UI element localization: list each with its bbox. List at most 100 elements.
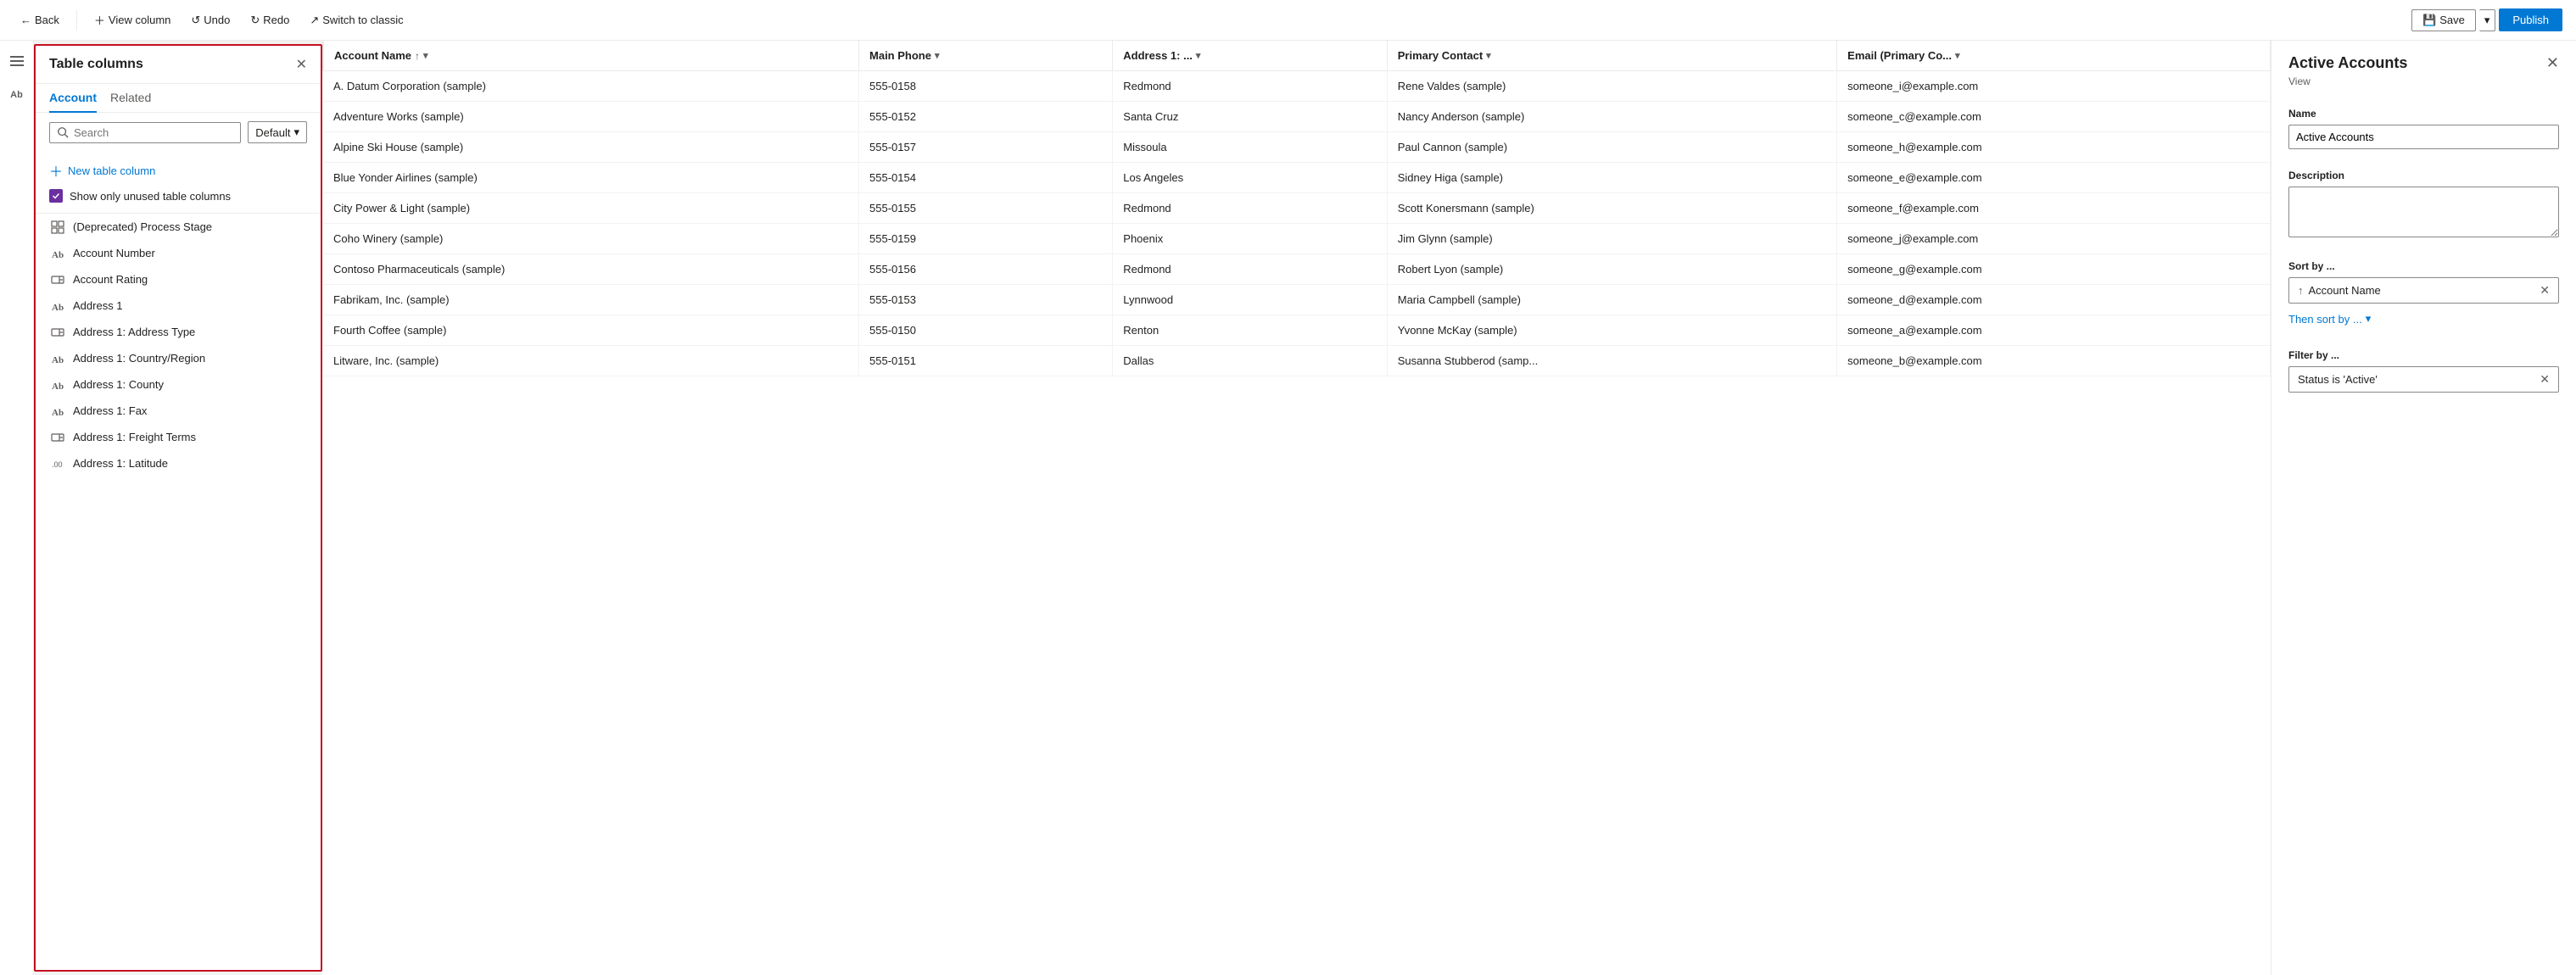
main-layout: Ab Table columns ✕ Account Related (0, 41, 2576, 975)
table-cell: Coho Winery (sample) (323, 224, 859, 254)
list-item[interactable]: Address 1: Address Type (36, 319, 321, 345)
column-name-label: Address 1: Address Type (73, 326, 195, 338)
save-button[interactable]: 💾 Save (2411, 9, 2476, 31)
svg-text:Ab: Ab (52, 355, 64, 365)
table-row[interactable]: Coho Winery (sample)555-0159PhoenixJim G… (323, 224, 2271, 254)
column-name-label: Address 1 (73, 299, 123, 312)
right-panel-close-button[interactable]: ✕ (2546, 54, 2559, 72)
column-header[interactable]: Account Name↑▾ (323, 41, 859, 71)
column-type-icon (49, 274, 66, 286)
column-header-inner: Primary Contact▾ (1398, 49, 1826, 62)
redo-button[interactable]: ↻ Redo (243, 10, 296, 31)
table-row[interactable]: Litware, Inc. (sample)555-0151DallasSusa… (323, 346, 2271, 376)
description-input[interactable] (2288, 187, 2559, 237)
publish-button[interactable]: Publish (2499, 8, 2562, 31)
search-input[interactable] (74, 126, 233, 139)
search-row: Default ▾ (36, 113, 321, 152)
default-dropdown[interactable]: Default ▾ (248, 121, 307, 143)
panel-header: Table columns ✕ (36, 46, 321, 84)
right-panel: Active Accounts ✕ View Name Description … (2271, 41, 2576, 975)
table-cell: someone_a@example.com (1837, 315, 2271, 346)
list-item[interactable]: AbAccount Number (36, 240, 321, 266)
column-header[interactable]: Main Phone▾ (859, 41, 1113, 71)
table-row[interactable]: Fourth Coffee (sample)555-0150RentonYvon… (323, 315, 2271, 346)
sort-remove-button[interactable]: ✕ (2540, 283, 2550, 298)
table-row[interactable]: Adventure Works (sample)555-0152Santa Cr… (323, 102, 2271, 132)
hamburger-icon-button[interactable] (3, 47, 31, 75)
undo-button[interactable]: ↺ Undo (184, 10, 237, 31)
unused-columns-checkbox[interactable] (49, 189, 63, 203)
unused-columns-label: Show only unused table columns (70, 190, 231, 203)
panel-close-button[interactable]: ✕ (296, 56, 307, 73)
table-row[interactable]: Alpine Ski House (sample)555-0157Missoul… (323, 132, 2271, 163)
table-cell: Redmond (1113, 193, 1387, 224)
table-cell: Fourth Coffee (sample) (323, 315, 859, 346)
column-header-inner: Address 1: ...▾ (1123, 49, 1376, 62)
table-columns-panel: Table columns ✕ Account Related Default … (34, 44, 322, 972)
sort-label: Sort by ... (2288, 260, 2559, 272)
table-row[interactable]: A. Datum Corporation (sample)555-0158Red… (323, 71, 2271, 102)
save-dropdown-button[interactable]: ▾ (2479, 9, 2496, 31)
filter-chevron-icon: ▾ (1196, 50, 1201, 61)
tab-related[interactable]: Related (110, 84, 151, 113)
column-type-icon: Ab (49, 405, 66, 417)
redo-label: Redo (263, 14, 289, 26)
table-cell: Renton (1113, 315, 1387, 346)
filter-chip: Status is 'Active' ✕ (2288, 366, 2559, 393)
table-cell: Redmond (1113, 71, 1387, 102)
list-item[interactable]: AbAddress 1: County (36, 371, 321, 398)
table-cell: Los Angeles (1113, 163, 1387, 193)
name-input[interactable] (2288, 125, 2559, 149)
switch-classic-button[interactable]: ↗ Switch to classic (303, 10, 410, 31)
column-header[interactable]: Email (Primary Co...▾ (1837, 41, 2271, 71)
table-row[interactable]: Fabrikam, Inc. (sample)555-0153LynnwoodM… (323, 285, 2271, 315)
list-item[interactable]: .00Address 1: Latitude (36, 450, 321, 476)
new-column-button[interactable]: ＋ New table column (49, 155, 155, 186)
table-cell: Robert Lyon (sample) (1387, 254, 1836, 285)
column-header[interactable]: Primary Contact▾ (1387, 41, 1836, 71)
list-item[interactable]: Address 1: Freight Terms (36, 424, 321, 450)
then-sort-button[interactable]: Then sort by ... ▾ (2288, 309, 2371, 329)
table-cell: Nancy Anderson (sample) (1387, 102, 1836, 132)
column-type-icon (49, 432, 66, 443)
table-cell: 555-0156 (859, 254, 1113, 285)
table-row[interactable]: Blue Yonder Airlines (sample)555-0154Los… (323, 163, 2271, 193)
list-item[interactable]: AbAddress 1: Fax (36, 398, 321, 424)
back-button[interactable]: ← Back (14, 10, 66, 30)
table-cell: someone_f@example.com (1837, 193, 2271, 224)
table-cell: Fabrikam, Inc. (sample) (323, 285, 859, 315)
table-cell: someone_e@example.com (1837, 163, 2271, 193)
list-item[interactable]: AbAddress 1 (36, 292, 321, 319)
tab-account[interactable]: Account (49, 84, 97, 113)
view-column-button[interactable]: ＋ View column (87, 8, 177, 31)
table-cell: Litware, Inc. (sample) (323, 346, 859, 376)
publish-label: Publish (2512, 14, 2549, 26)
filter-chevron-icon: ▾ (423, 50, 428, 61)
table-row[interactable]: City Power & Light (sample)555-0155Redmo… (323, 193, 2271, 224)
sort-asc-icon: ↑ (2298, 284, 2304, 297)
table-cell: Blue Yonder Airlines (sample) (323, 163, 859, 193)
name-section: Name (2271, 98, 2576, 159)
table-cell: Lynnwood (1113, 285, 1387, 315)
grid-table-wrap[interactable]: Account Name↑▾ Main Phone▾ Address 1: ...▾… (322, 41, 2271, 975)
list-item[interactable]: Account Rating (36, 266, 321, 292)
column-header-inner: Main Phone▾ (869, 49, 1102, 62)
plus-icon: ＋ (49, 160, 63, 181)
table-cell: 555-0153 (859, 285, 1113, 315)
right-panel-title: Active Accounts (2288, 54, 2407, 72)
panel-actions: ＋ New table column Show only unused tabl… (36, 152, 321, 213)
chevron-down-icon: ▾ (2484, 14, 2490, 27)
table-cell: Alpine Ski House (sample) (323, 132, 859, 163)
list-item[interactable]: (Deprecated) Process Stage (36, 214, 321, 240)
checkmark-icon (52, 192, 60, 200)
list-item[interactable]: AbAddress 1: Country/Region (36, 345, 321, 371)
table-cell: Sidney Higa (sample) (1387, 163, 1836, 193)
table-cell: Susanna Stubberod (samp... (1387, 346, 1836, 376)
column-header-label: Primary Contact (1398, 49, 1483, 62)
filter-remove-button[interactable]: ✕ (2540, 372, 2550, 387)
hamburger-icon (10, 54, 24, 68)
table-row[interactable]: Contoso Pharmaceuticals (sample)555-0156… (323, 254, 2271, 285)
unused-columns-checkbox-row: Show only unused table columns (49, 186, 307, 206)
column-header[interactable]: Address 1: ...▾ (1113, 41, 1387, 71)
text-icon-button[interactable]: Ab (3, 81, 31, 109)
